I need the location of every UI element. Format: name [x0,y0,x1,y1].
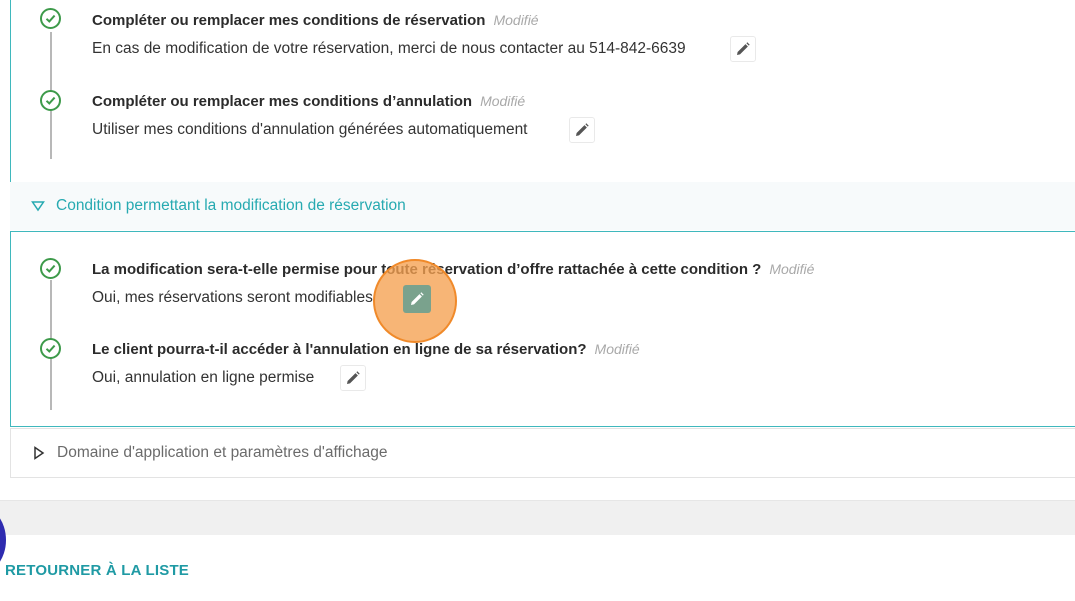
conditions-panel: Compléter ou remplacer mes conditions de… [10,0,1075,183]
pencil-icon [737,42,750,55]
modified-badge: Modifié [480,93,526,109]
modified-badge: Modifié [493,12,539,28]
pencil-icon [411,292,424,305]
step-title: Le client pourra-t-il accéder à l'annula… [92,341,640,358]
edit-button[interactable] [730,36,756,62]
step-title: Compléter ou remplacer mes conditions de… [92,12,539,29]
section-header-domain[interactable]: Domaine d'application et paramètres d'af… [10,428,1075,478]
modification-panel: La modification sera-t-elle permise pour… [10,231,1075,427]
step-title: Compléter ou remplacer mes conditions d’… [92,93,526,110]
step-value: Oui, annulation en ligne permise [92,369,315,386]
pencil-icon [347,371,360,384]
check-circle-icon [40,90,61,111]
pencil-icon [576,123,589,136]
step-value: En cas de modification de votre réservat… [92,40,686,57]
chevron-down-icon [31,201,45,212]
chevron-right-icon [34,446,45,460]
edit-button[interactable] [340,365,366,391]
check-circle-icon [40,258,61,279]
check-circle-icon [40,8,61,29]
section-label: Condition permettant la modification de … [56,197,406,214]
section-header-modification[interactable]: Condition permettant la modification de … [10,182,1075,230]
step-value: Utiliser mes conditions d'annulation gén… [92,121,528,138]
edit-button-active[interactable] [403,285,431,313]
step-title: La modification sera-t-elle permise pour… [92,261,815,278]
step-value: Oui, mes réservations seront modifiables [92,289,373,306]
check-circle-icon [40,338,61,359]
back-to-list-link[interactable]: RETOURNER À LA LISTE [5,562,189,579]
footer-divider [0,500,1075,535]
edit-button[interactable] [569,117,595,143]
modified-badge: Modifié [594,341,640,357]
section-label: Domaine d'application et paramètres d'af… [57,444,388,461]
modified-badge: Modifié [769,261,815,277]
